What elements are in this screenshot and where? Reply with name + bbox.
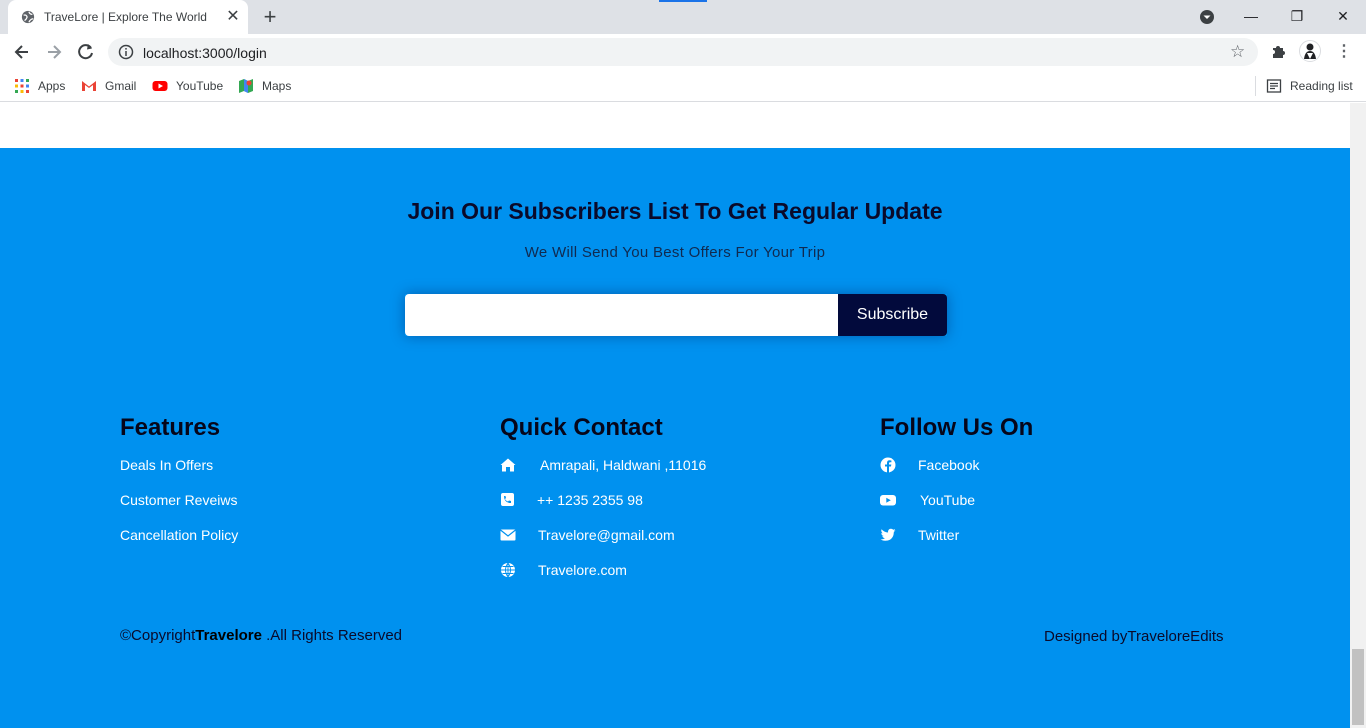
bookmarks-divider [1255, 76, 1256, 96]
globe-favicon-icon [21, 10, 35, 24]
youtube-icon [880, 495, 896, 506]
subscribe-subtext: We Will Send You Best Offers For Your Tr… [524, 244, 826, 261]
follow-column: Follow Us On Facebook YouTube Twitter [880, 414, 1034, 543]
tab-strip: TraveLore | Explore The World ✕ + — ❐ ✕ [0, 0, 1366, 34]
bookmark-label: Apps [38, 79, 66, 93]
bookmarks-bar: Apps Gmail YouTube Maps Reading list [0, 70, 1366, 102]
contact-address-text: Amrapali, Haldwani ,11016 [540, 457, 707, 473]
browser-menu-icon[interactable]: ⋮ [1336, 41, 1352, 61]
bookmark-gmail[interactable]: Gmail [81, 76, 136, 96]
twitter-icon [880, 528, 896, 541]
features-link-cancellation[interactable]: Cancellation Policy [120, 527, 238, 543]
tab-search-icon[interactable] [1199, 9, 1215, 25]
bookmark-apps[interactable]: Apps [14, 76, 65, 96]
features-column: Features Deals In Offers Customer Reveiw… [120, 414, 238, 543]
facebook-icon [880, 457, 896, 473]
subscribe-button[interactable]: Subscribe [838, 294, 947, 336]
bookmark-label: Maps [262, 79, 292, 93]
designed-by-text: Designed byTraveloreEdits [1044, 628, 1224, 645]
url-text: localhost:3000/login [143, 45, 267, 61]
bookmark-label: YouTube [176, 79, 224, 93]
follow-youtube-link[interactable]: YouTube [880, 492, 975, 508]
email-input[interactable] [405, 294, 838, 336]
tab-title: TraveLore | Explore The World [44, 10, 207, 24]
subscribe-heading: Join Our Subscribers List To Get Regular… [407, 198, 943, 224]
contact-phone: ++ 1235 2355 98 [500, 492, 643, 508]
site-footer: Join Our Subscribers List To Get Regular… [0, 148, 1350, 728]
contact-website-text: Travelore.com [538, 562, 627, 578]
restore-icon[interactable]: ❐ [1274, 0, 1320, 32]
gmail-icon [82, 81, 96, 91]
tab-close-icon[interactable]: ✕ [224, 8, 242, 26]
maps-icon [239, 79, 253, 93]
bookmark-star-icon[interactable]: ☆ [1230, 42, 1245, 62]
reading-list-button[interactable]: Reading list [1266, 76, 1353, 96]
apps-grid-icon [15, 79, 29, 93]
follow-facebook-text: Facebook [918, 457, 980, 473]
page-viewport: Join Our Subscribers List To Get Regular… [0, 103, 1350, 728]
copyright-text: ©CopyrightTravelore .All Rights Reserved [120, 627, 402, 644]
follow-twitter-text: Twitter [918, 527, 960, 543]
globe-icon [501, 562, 515, 578]
profile-avatar-icon[interactable] [1299, 40, 1321, 62]
page-scrollbar[interactable] [1350, 103, 1366, 728]
youtube-icon [152, 81, 168, 91]
contact-phone-text: ++ 1235 2355 98 [537, 492, 643, 508]
reading-list-icon [1266, 79, 1282, 93]
back-arrow-icon[interactable] [12, 42, 32, 62]
bookmark-youtube[interactable]: YouTube [152, 76, 223, 96]
tab-drag-indicator [659, 0, 707, 2]
phone-icon [501, 493, 514, 506]
follow-facebook-link[interactable]: Facebook [880, 457, 979, 473]
browser-tab[interactable]: TraveLore | Explore The World ✕ [8, 0, 248, 34]
contact-website[interactable]: Travelore.com [500, 562, 627, 578]
contact-title: Quick Contact [500, 414, 663, 441]
site-info-icon[interactable] [118, 44, 134, 60]
follow-title: Follow Us On [880, 414, 1034, 441]
reload-icon[interactable] [76, 42, 96, 62]
contact-email-text: Travelore@gmail.com [538, 527, 675, 543]
bookmark-label: Gmail [105, 79, 137, 93]
subscribe-form: Subscribe [405, 294, 947, 336]
features-link-deals[interactable]: Deals In Offers [120, 457, 213, 473]
bookmark-maps[interactable]: Maps [238, 76, 291, 96]
close-window-icon[interactable]: ✕ [1320, 0, 1366, 32]
scrollbar-thumb[interactable] [1352, 649, 1364, 725]
copyright-suffix: .All Rights Reserved [261, 627, 403, 644]
reading-list-label: Reading list [1290, 79, 1353, 93]
follow-youtube-text: YouTube [920, 492, 976, 508]
features-title: Features [120, 414, 221, 441]
forward-arrow-icon[interactable] [44, 42, 64, 62]
envelope-icon [500, 529, 516, 541]
copyright-prefix: ©Copyright [120, 627, 196, 644]
contact-email[interactable]: Travelore@gmail.com [500, 527, 675, 543]
copyright-brand: Travelore [195, 627, 262, 644]
extensions-puzzle-icon[interactable] [1270, 42, 1288, 60]
address-bar[interactable]: localhost:3000/login ☆ [108, 38, 1258, 66]
contact-address: Amrapali, Haldwani ,11016 [500, 457, 706, 473]
follow-twitter-link[interactable]: Twitter [880, 527, 959, 543]
browser-toolbar: localhost:3000/login ☆ ⋮ [0, 34, 1366, 70]
features-link-reviews[interactable]: Customer Reveiws [120, 492, 237, 508]
contact-column: Quick Contact Amrapali, Haldwani ,11016 … [500, 414, 706, 578]
new-tab-icon[interactable]: + [259, 6, 281, 28]
minimize-icon[interactable]: — [1228, 0, 1274, 32]
home-icon [500, 458, 516, 472]
